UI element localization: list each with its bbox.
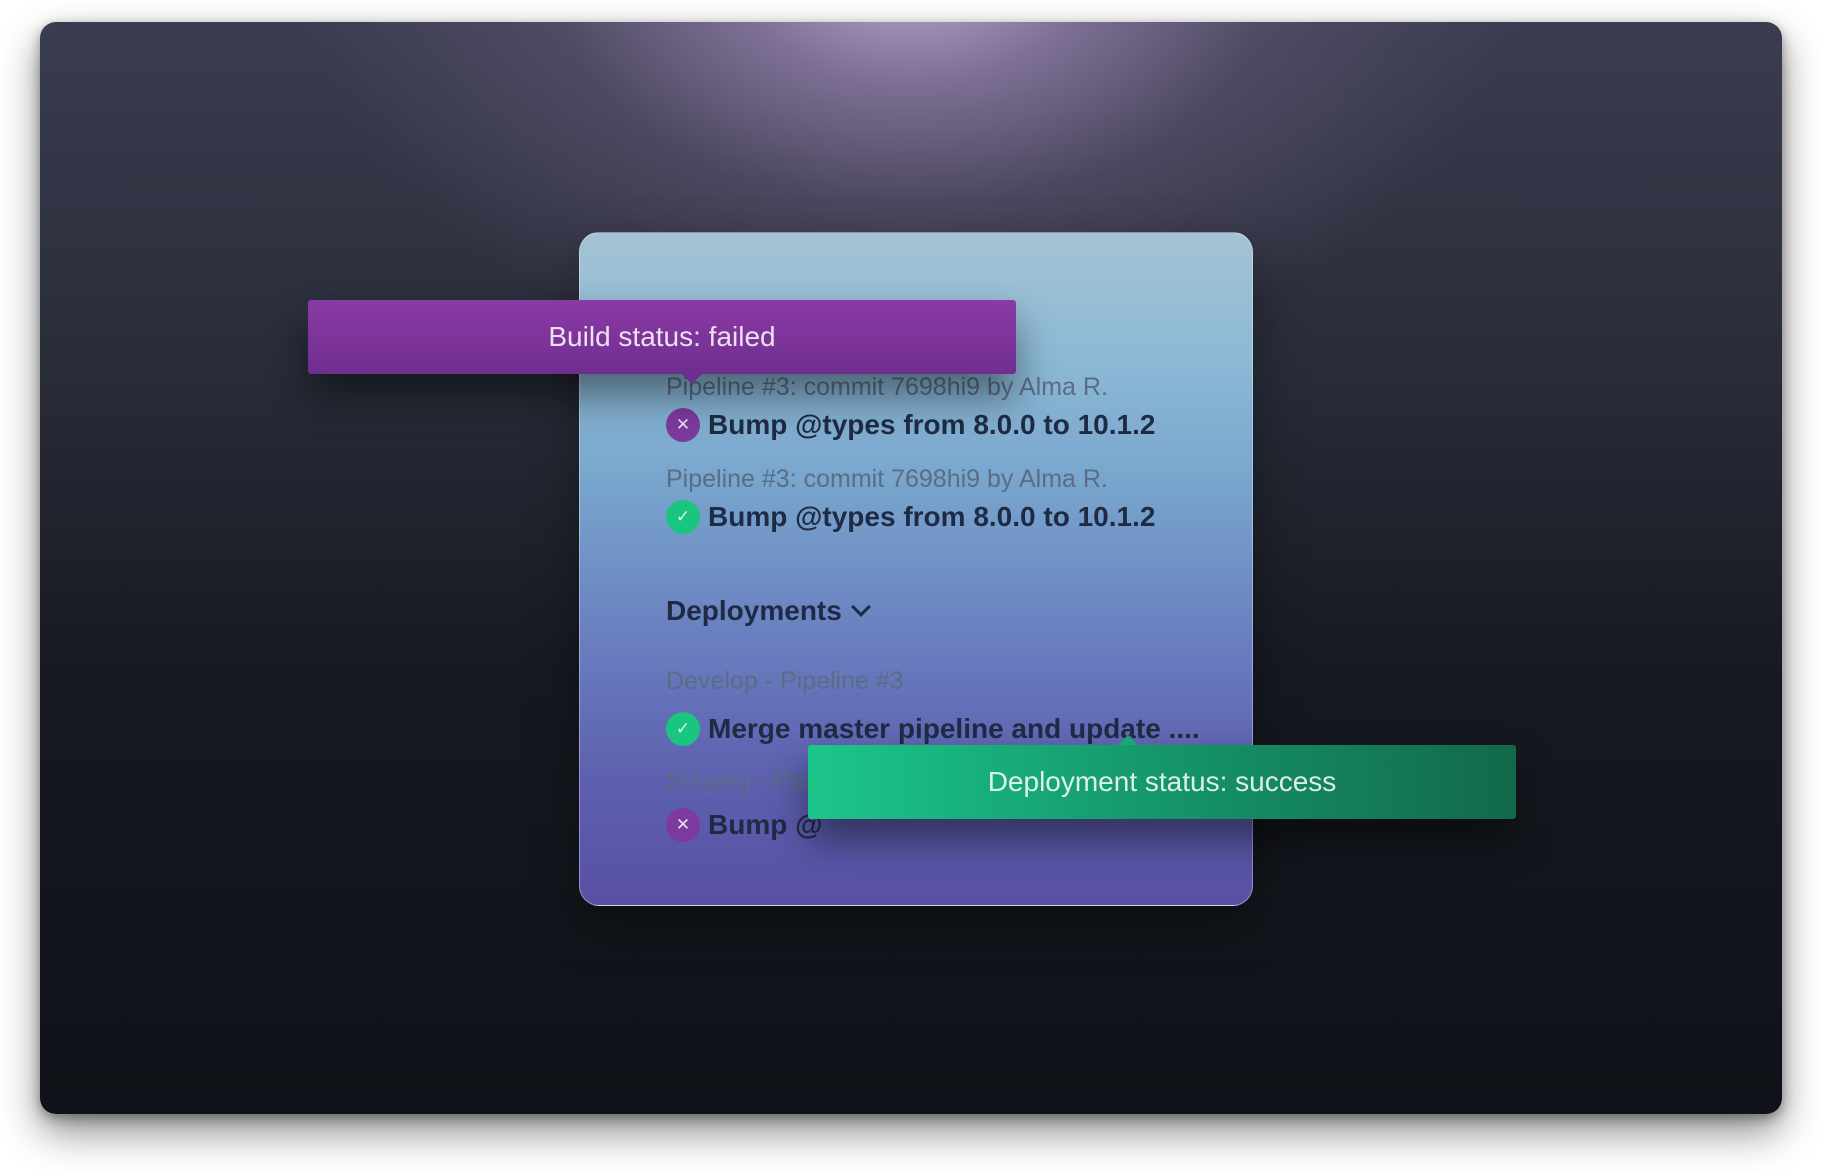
pipeline-item[interactable]: Pipeline #3: commit 7698hi9 by Alma R. ✕… bbox=[666, 373, 1155, 442]
pipeline-meta: Pipeline #3: commit 7698hi9 by Alma R. bbox=[666, 465, 1108, 493]
pipeline-title: Bump @types from 8.0.0 to 10.1.2 bbox=[708, 409, 1156, 440]
x-icon: ✕ bbox=[666, 808, 700, 842]
pipeline-meta: Pipeline #3: commit 7698hi9 by Alma R. bbox=[666, 373, 1108, 401]
deployments-toggle[interactable]: Deployments bbox=[666, 595, 871, 627]
pipeline-item[interactable]: Pipeline #3: commit 7698hi9 by Alma R. ✓… bbox=[666, 465, 1155, 534]
chevron-down-icon bbox=[850, 597, 871, 617]
check-icon: ✓ bbox=[666, 500, 700, 534]
deployments-header: Deployments bbox=[666, 595, 842, 626]
pipeline-title-row: ✓ Bump @types from 8.0.0 to 10.1.2 bbox=[666, 500, 1155, 534]
pipeline-title: Bump @types from 8.0.0 to 10.1.2 bbox=[708, 501, 1156, 532]
deployment-status-tooltip: Deployment status: success bbox=[808, 735, 1516, 819]
check-icon: ✓ bbox=[666, 712, 700, 746]
deployment-item[interactable]: Staging - Pip ✕ Bump @ bbox=[666, 767, 822, 842]
deployment-meta: Staging - Pip bbox=[666, 767, 810, 795]
deployment-title-row: ✕ Bump @ bbox=[666, 808, 822, 842]
deployment-title: Bump @ bbox=[708, 809, 823, 840]
pipeline-title-row: ✕ Bump @types from 8.0.0 to 10.1.2 bbox=[666, 408, 1155, 442]
build-status-tooltip: Build status: failed bbox=[308, 300, 1016, 384]
x-icon: ✕ bbox=[666, 408, 700, 442]
app-window: Pipeline #3: commit 7698hi9 by Alma R. ✕… bbox=[40, 22, 1782, 1114]
deployment-meta: Develop - Pipeline #3 bbox=[666, 667, 904, 695]
